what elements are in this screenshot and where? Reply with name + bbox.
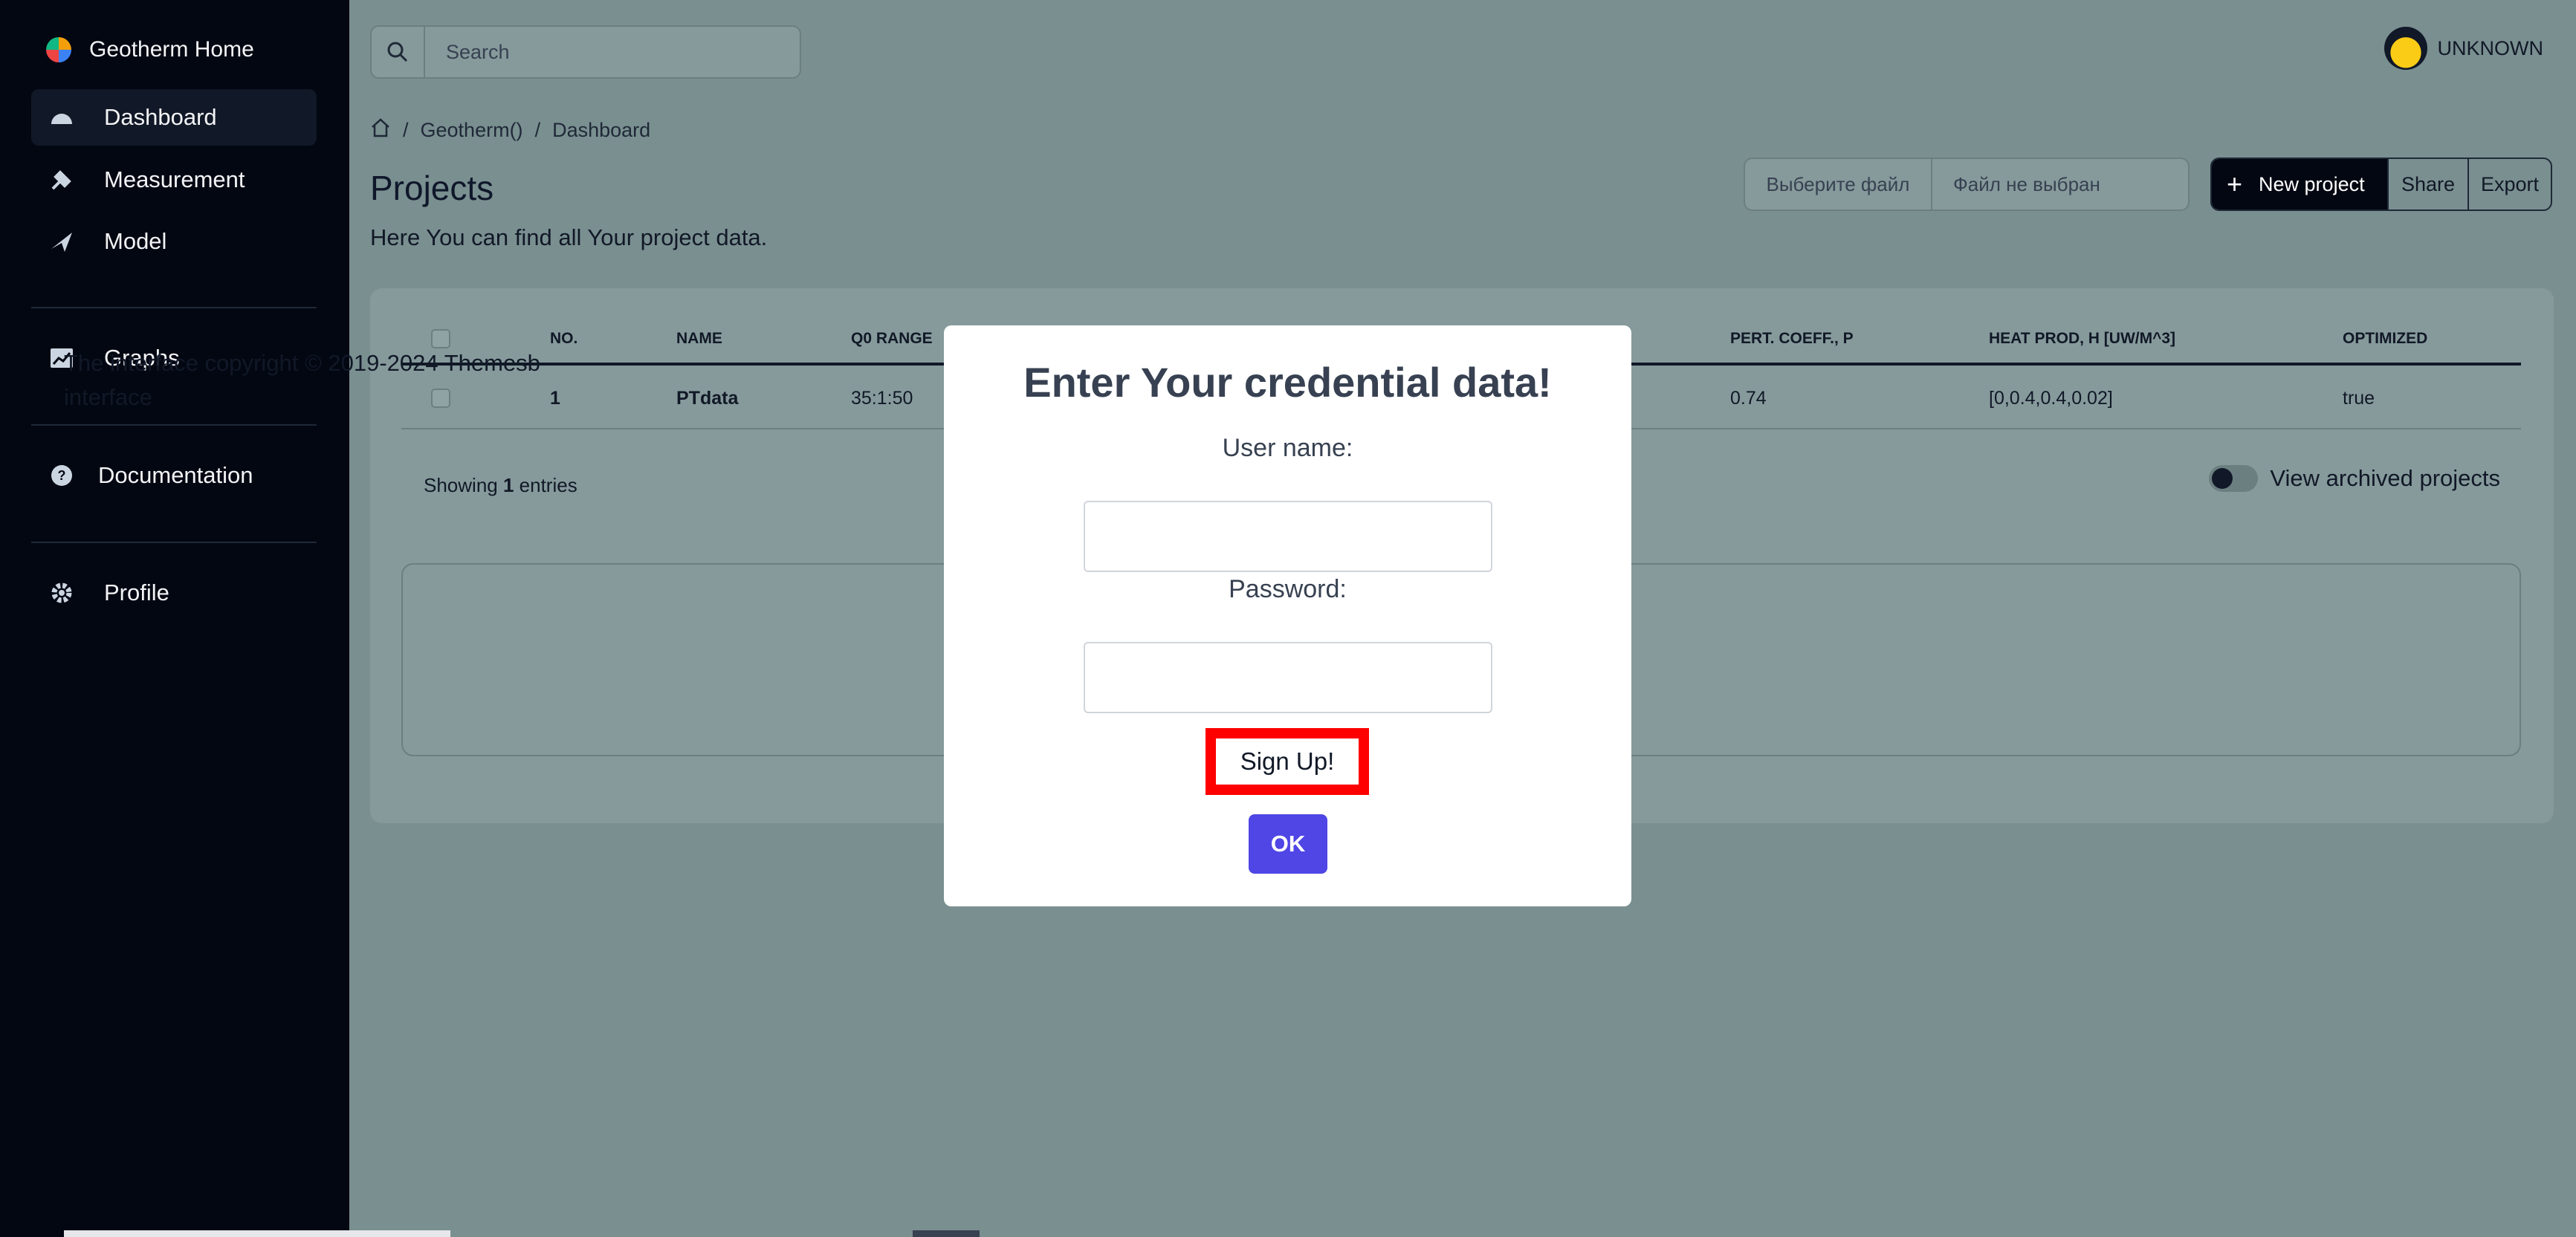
showing-suffix: entries (514, 474, 577, 496)
footer-line-1: The interface copyright © 2019-2024 Them… (64, 350, 540, 376)
password-label: Password: (1229, 575, 1347, 603)
modal-title: Enter Your credential data! (1023, 359, 1552, 406)
sidebar-item-label: Measurement (104, 166, 245, 192)
sidebar-item-model[interactable]: Model (31, 213, 317, 270)
search-icon[interactable] (372, 27, 425, 77)
dashboard-icon (49, 105, 74, 130)
sign-up-button[interactable]: Sign Up! (1206, 728, 1369, 795)
model-icon (49, 229, 74, 254)
scrollbar-track[interactable] (64, 1230, 450, 1237)
column-header[interactable]: HEAT PROD, H [UW/M^3] (1989, 315, 2175, 363)
sidebar-item-label: Model (104, 228, 167, 254)
new-project-label: New project (2259, 172, 2365, 195)
globe-logo-icon (46, 37, 71, 62)
row-heat-prod: [0,0.4,0.4,0.02] (1989, 387, 2113, 409)
choose-file-button[interactable]: Выберите файл (1745, 159, 1932, 210)
export-button[interactable]: Export (2467, 159, 2551, 210)
sidebar-divider (31, 307, 317, 308)
measurement-icon (49, 167, 74, 192)
password-field[interactable] (1084, 642, 1492, 713)
avatar (2384, 27, 2427, 70)
column-header[interactable]: OPTIMIZED (2343, 315, 2427, 363)
share-button[interactable]: Share (2387, 159, 2467, 210)
plus-icon: + (2227, 169, 2243, 199)
archived-toggle[interactable]: View archived projects (2209, 465, 2500, 492)
row-name[interactable]: PTdata (676, 368, 738, 428)
breadcrumb-separator: / (534, 119, 541, 141)
home-icon[interactable] (370, 117, 391, 143)
row-optimized: true (2343, 387, 2375, 409)
user-menu[interactable]: UNKNOWN (2384, 27, 2544, 70)
column-header[interactable]: PERT. COEFF., P (1730, 315, 1854, 363)
project-actions: + New project Share Export (2210, 158, 2552, 211)
breadcrumb-item-geotherm[interactable]: Geotherm() (421, 119, 523, 142)
sidebar-item-label: Profile (104, 579, 169, 605)
sidebar-item-label: Dashboard (104, 104, 217, 130)
footer-line-2: interface (64, 384, 152, 410)
sidebar-item-documentation[interactable]: ? Documentation (31, 447, 317, 504)
toggle-switch[interactable] (2209, 465, 2259, 492)
row-q0-range: 35:1:50 (851, 387, 913, 409)
column-header[interactable]: NAME (676, 315, 722, 363)
sidebar-item-label: Documentation (98, 462, 253, 488)
sidebar-item-profile[interactable]: Profile (31, 565, 317, 621)
sidebar-item-measurement[interactable]: Measurement (31, 152, 317, 208)
sidebar-divider (31, 424, 317, 426)
sidebar-item-dashboard[interactable]: Dashboard (31, 89, 317, 146)
sidebar-divider (31, 542, 317, 543)
breadcrumb: / Geotherm() / Dashboard (370, 117, 650, 143)
ok-button[interactable]: OK (1249, 814, 1327, 874)
brand-link[interactable]: Geotherm Home (46, 37, 254, 62)
breadcrumb-separator: / (403, 119, 409, 141)
page-subtitle: Here You can find all Your project data. (370, 224, 768, 250)
page-title: Projects (370, 169, 494, 207)
credentials-modal: Enter Your credential data! User name: P… (944, 325, 1631, 906)
file-status: Файл не выбран (1953, 172, 2100, 195)
username-label: User name: (1222, 434, 1353, 462)
gear-icon (49, 580, 74, 605)
sidebar: Geotherm Home Dashboard Measurement Mode… (0, 0, 349, 1237)
column-header[interactable]: Q0 RANGE (851, 315, 933, 363)
footer-copyright: The interface copyright © 2019-2024 Them… (64, 346, 584, 415)
documentation-icon: ? (49, 463, 74, 488)
scrollbar-thumb[interactable] (913, 1230, 980, 1237)
username-field[interactable] (1084, 501, 1492, 572)
brand-label: Geotherm Home (89, 37, 254, 62)
showing-entries: Showing 1 entries (424, 474, 577, 497)
row-pert-coeff: 0.74 (1730, 387, 1767, 409)
showing-prefix: Showing (424, 474, 503, 496)
showing-count: 1 (502, 474, 514, 496)
new-project-button[interactable]: + New project (2212, 159, 2387, 210)
file-input[interactable]: Выберите файл Файл не выбран (1744, 158, 2190, 211)
search-bar (370, 25, 801, 79)
archived-label: View archived projects (2270, 465, 2500, 491)
search-input[interactable] (425, 40, 782, 64)
svg-text:?: ? (58, 468, 66, 483)
user-name: UNKNOWN (2437, 36, 2544, 59)
breadcrumb-item-dashboard: Dashboard (552, 119, 651, 141)
